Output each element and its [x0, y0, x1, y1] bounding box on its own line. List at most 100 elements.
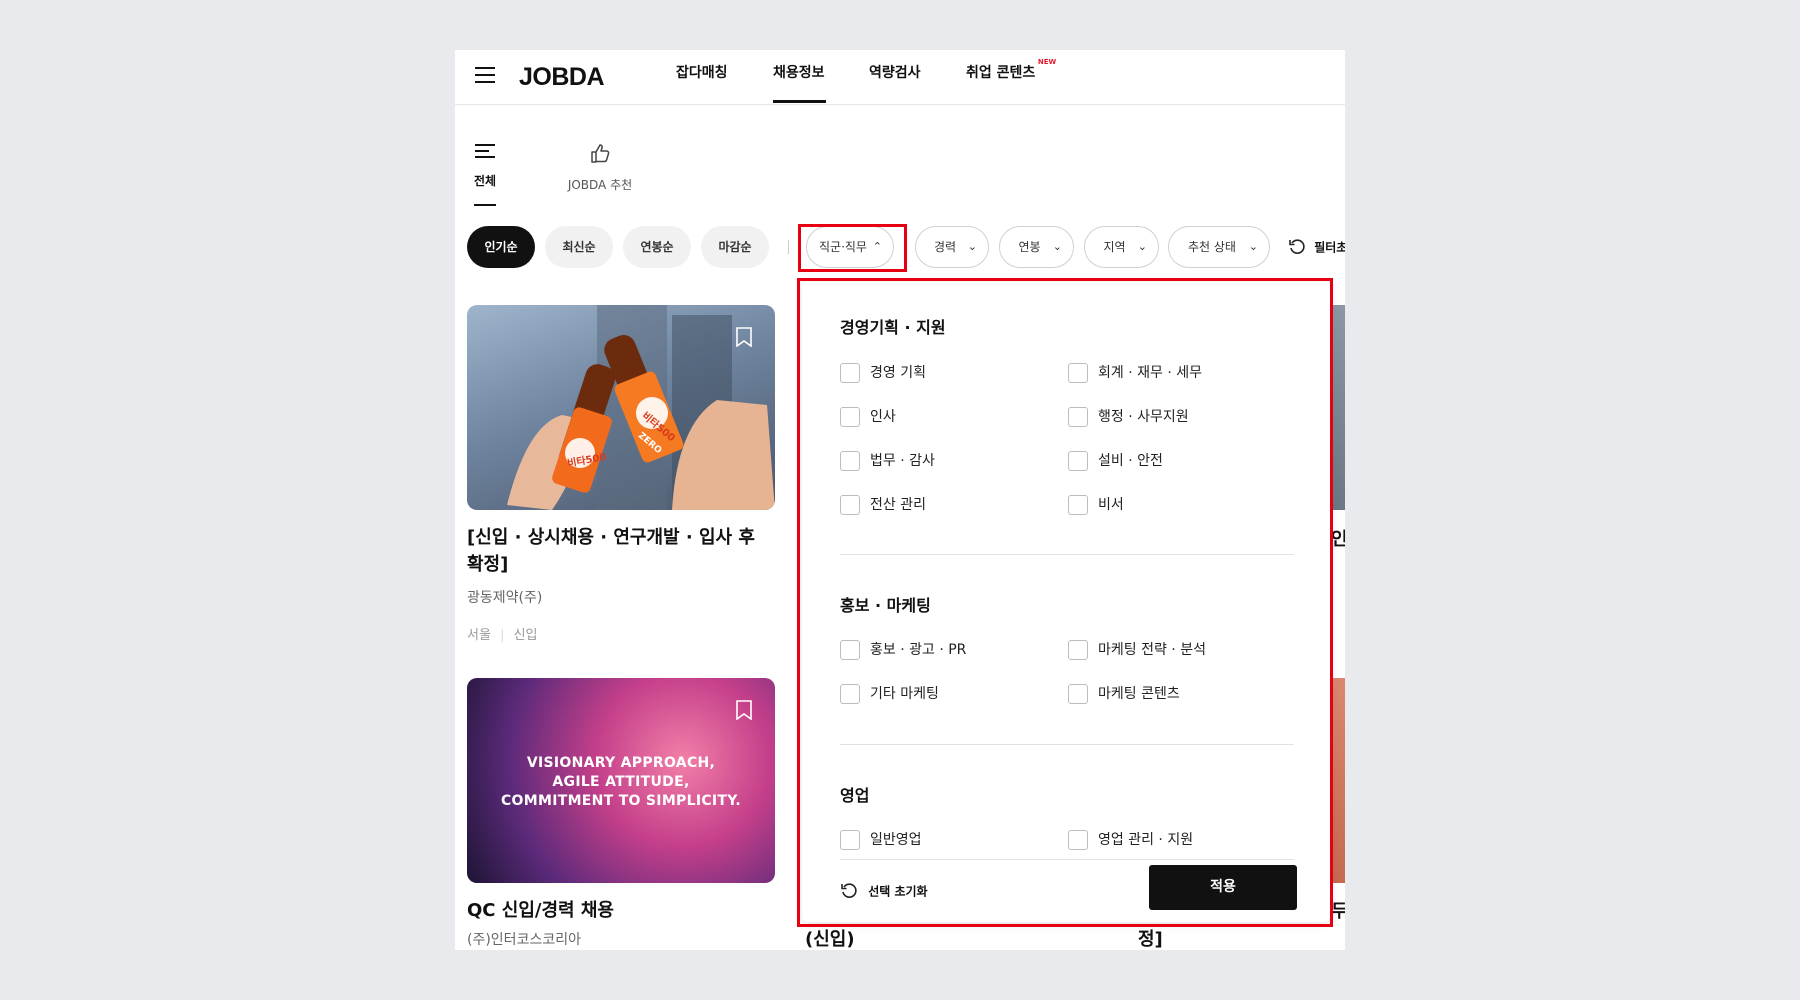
- option-checkbox[interactable]: 전산 관리: [840, 494, 926, 516]
- tab-jobda-recommend[interactable]: JOBDA 추천: [560, 142, 640, 193]
- reset-selection-label: 선택 초기화: [868, 884, 928, 899]
- checkbox: [1068, 640, 1088, 660]
- checkbox: [840, 640, 860, 660]
- option-label: 회계 · 재무 · 세무: [1098, 365, 1202, 381]
- tab-all[interactable]: 전체: [470, 142, 500, 189]
- checkbox: [1068, 684, 1088, 704]
- list-icon: [475, 144, 495, 158]
- tab-active-indicator: [474, 204, 496, 206]
- sort-deadline[interactable]: 마감순: [701, 226, 769, 268]
- tab-jobda-recommend-label: JOBDA 추천: [567, 178, 633, 192]
- thumbs-up-icon: [591, 144, 610, 163]
- option-checkbox[interactable]: 비서: [1068, 494, 1124, 516]
- option-label: 마케팅 전략 · 분석: [1098, 642, 1206, 658]
- job-card-image[interactable]: VISIONARY APPROACH, AGILE ATTITUDE, COMM…: [467, 678, 775, 883]
- filter-salary[interactable]: 연봉 ⌄: [999, 226, 1074, 268]
- option-checkbox[interactable]: 마케팅 콘텐츠: [1068, 683, 1180, 705]
- reset-selection-button[interactable]: 선택 초기화: [840, 882, 928, 900]
- top-header: JOBDA 잡다매칭 채용정보 역량검사 취업 콘텐츠 NEW: [455, 50, 1345, 105]
- checkbox: [840, 495, 860, 515]
- option-checkbox[interactable]: 설비 · 안전: [1068, 450, 1163, 472]
- option-checkbox[interactable]: 경영 기획: [840, 362, 926, 384]
- chevron-down-icon: ⌄: [1248, 240, 1258, 253]
- group-title: 홍보 · 마케팅: [840, 596, 931, 615]
- filter-recommend-status[interactable]: 추천 상태 ⌄: [1168, 226, 1270, 268]
- option-checkbox[interactable]: 기타 마케팅: [840, 683, 939, 705]
- job-company[interactable]: (주)인터코스코리아: [467, 929, 581, 949]
- option-label: 일반영업: [870, 832, 922, 848]
- option-checkbox[interactable]: 행정 · 사무지원: [1068, 406, 1189, 428]
- filter-salary-label: 연봉: [1018, 240, 1041, 254]
- new-badge: NEW: [1037, 58, 1057, 66]
- option-label: 마케팅 콘텐츠: [1098, 686, 1180, 702]
- option-label: 경영 기획: [870, 365, 926, 381]
- slogan-line: COMMITMENT TO SIMPLICITY.: [500, 793, 742, 809]
- sort-latest[interactable]: 최신순: [545, 226, 613, 268]
- bookmark-icon[interactable]: [735, 327, 753, 347]
- job-card-photo: 비타500 비타500 ZERO: [507, 305, 775, 510]
- checkbox: [840, 830, 860, 850]
- checkbox: [840, 451, 860, 471]
- chevron-down-icon: ⌄: [1052, 240, 1062, 253]
- nav-jobda-matching[interactable]: 잡다매칭: [676, 62, 728, 82]
- option-label: 홍보 · 광고 · PR: [870, 642, 967, 658]
- option-label: 인사: [870, 409, 896, 425]
- slogan-line: VISIONARY APPROACH,: [526, 755, 716, 771]
- filter-career[interactable]: 경력 ⌄: [915, 226, 989, 268]
- bookmark-icon[interactable]: [735, 700, 753, 720]
- job-card-image[interactable]: 비타500 비타500 ZERO: [467, 305, 775, 510]
- option-label: 행정 · 사무지원: [1098, 409, 1189, 425]
- group-divider: [840, 554, 1294, 555]
- job-location: 서울: [467, 628, 491, 643]
- chevron-down-icon: ⌄: [967, 240, 977, 253]
- filter-reset-label: 필터초: [1314, 240, 1345, 255]
- nav-competency-test[interactable]: 역량검사: [869, 62, 921, 82]
- slogan-line: AGILE ATTITUDE,: [552, 774, 690, 790]
- filter-reset-button[interactable]: 필터초: [1288, 238, 1345, 256]
- checkbox: [1068, 363, 1088, 383]
- option-checkbox[interactable]: 일반영업: [840, 829, 922, 851]
- partial-job-title: 인: [1331, 529, 1345, 550]
- refresh-icon: [841, 883, 857, 898]
- checkbox: [1068, 495, 1088, 515]
- job-title[interactable]: [신입 · 상시채용 · 연구개발 · 입사 후 확정]: [467, 524, 772, 578]
- group-title: 영업: [840, 786, 870, 805]
- option-checkbox[interactable]: 법무 · 감사: [840, 450, 935, 472]
- logo[interactable]: JOBDA: [519, 57, 605, 97]
- apply-button[interactable]: 적용: [1149, 865, 1297, 910]
- menu-icon[interactable]: [475, 67, 497, 85]
- sort-popular[interactable]: 인기순: [467, 226, 535, 268]
- nav-job-info[interactable]: 채용정보: [773, 62, 825, 82]
- nav-career-content-label: 취업 콘텐츠: [966, 65, 1036, 81]
- option-checkbox[interactable]: 마케팅 전략 · 분석: [1068, 639, 1206, 661]
- option-checkbox[interactable]: 회계 · 재무 · 세무: [1068, 362, 1202, 384]
- partial-job-title: 정]: [1138, 929, 1163, 950]
- refresh-icon: [1289, 239, 1305, 254]
- filter-region[interactable]: 지역 ⌄: [1084, 226, 1159, 268]
- option-label: 비서: [1098, 497, 1124, 513]
- checkbox: [840, 407, 860, 427]
- filter-career-label: 경력: [933, 240, 957, 254]
- group-title: 경영기획 · 지원: [840, 318, 946, 337]
- checkbox: [840, 684, 860, 704]
- filter-recommend-status-label: 추천 상태: [1188, 240, 1236, 254]
- sort-salary[interactable]: 연봉순: [623, 226, 691, 268]
- option-checkbox[interactable]: 인사: [840, 406, 896, 428]
- option-label: 설비 · 안전: [1098, 453, 1163, 469]
- dropdown-scroll-area[interactable]: 경영기획 · 지원 경영 기획 회계 · 재무 · 세무 인사 행정 · 사무지…: [802, 282, 1330, 859]
- partial-job-title: (신입): [805, 929, 855, 950]
- tab-all-label: 전체: [473, 174, 497, 188]
- partial-job-title: 두: [1331, 901, 1345, 922]
- job-title[interactable]: QC 신입/경력 채용: [467, 897, 772, 924]
- nav-career-content[interactable]: 취업 콘텐츠 NEW: [966, 58, 1056, 82]
- option-checkbox[interactable]: 영업 관리 · 지원: [1068, 829, 1193, 851]
- filter-job-category[interactable]: 직군·직무 ⌃: [806, 226, 894, 268]
- filter-job-category-label: 직군·직무: [819, 240, 867, 254]
- card-image-slogan: VISIONARY APPROACH, AGILE ATTITUDE, COMM…: [467, 754, 775, 811]
- checkbox: [1068, 407, 1088, 427]
- job-company[interactable]: 광동제약(주): [467, 587, 542, 607]
- checkbox: [1068, 830, 1088, 850]
- job-category-dropdown: 경영기획 · 지원 경영 기획 회계 · 재무 · 세무 인사 행정 · 사무지…: [802, 282, 1330, 922]
- group-divider: [840, 744, 1294, 745]
- option-checkbox[interactable]: 홍보 · 광고 · PR: [840, 639, 966, 661]
